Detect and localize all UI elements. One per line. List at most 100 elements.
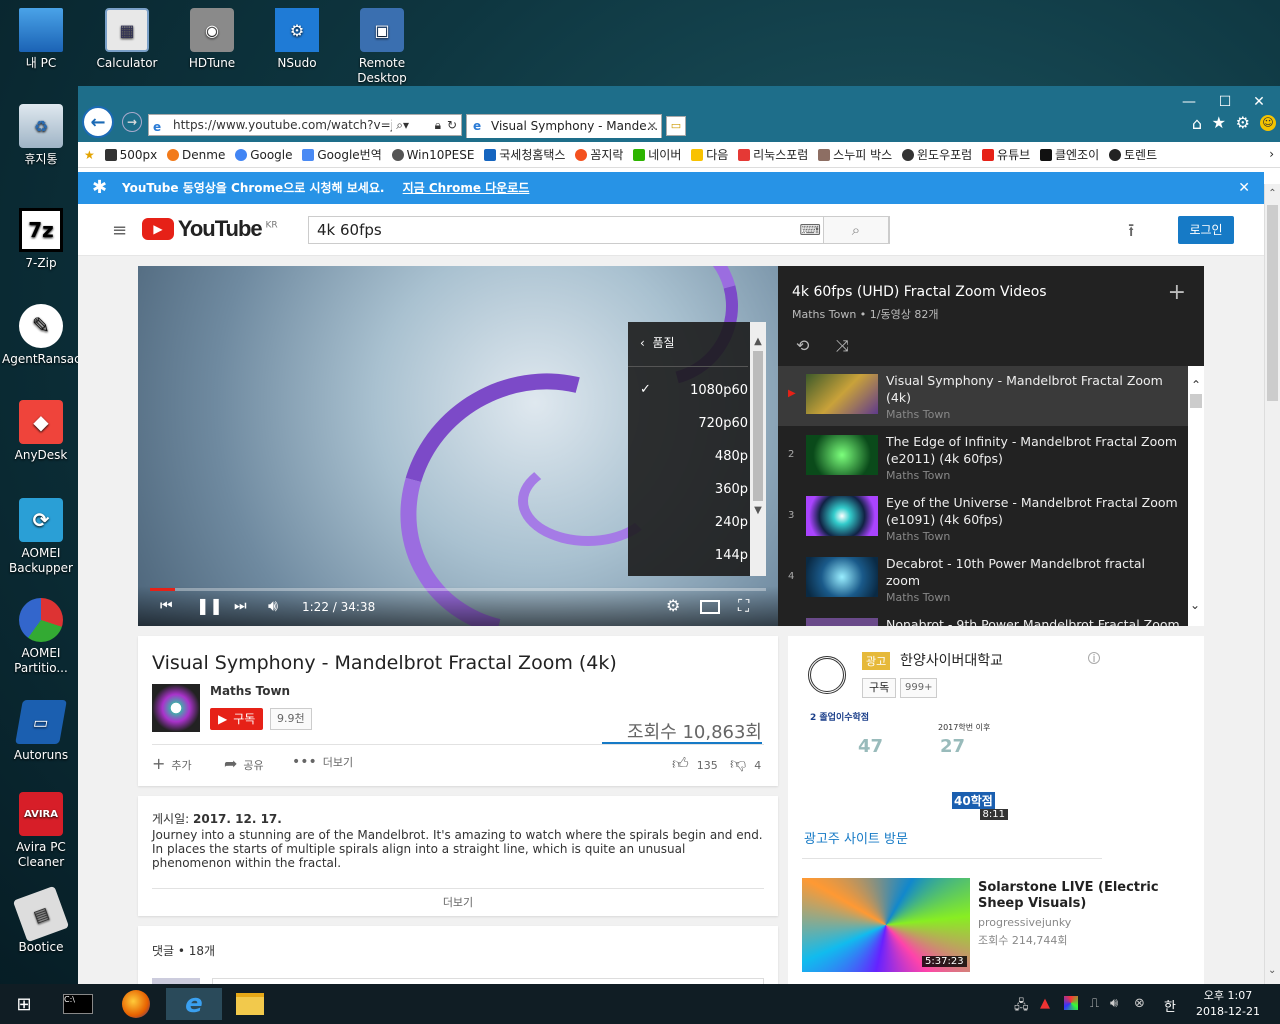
scroll-thumb[interactable] bbox=[1267, 205, 1278, 401]
search-input[interactable]: 4k 60fps bbox=[317, 221, 382, 239]
scroll-up-icon[interactable]: ⌃ bbox=[1188, 378, 1204, 392]
settings-hd-icon[interactable]: ⚙ bbox=[666, 596, 680, 615]
quality-option[interactable]: 360p bbox=[715, 482, 748, 497]
fav-item[interactable]: 국세청홈택스 bbox=[484, 142, 565, 168]
keyboard-icon[interactable]: ⌨ bbox=[799, 217, 821, 243]
playlist-title[interactable]: 4k 60fps (UHD) Fractal Zoom Videos bbox=[792, 284, 1047, 300]
scroll-thumb[interactable] bbox=[753, 351, 763, 501]
login-button[interactable]: 로그인 bbox=[1178, 216, 1234, 244]
back-arrow-icon[interactable]: ← bbox=[82, 106, 114, 138]
info-icon[interactable]: i bbox=[1088, 652, 1100, 664]
ad-subscribe-button[interactable]: 구독 bbox=[862, 678, 897, 698]
ime-indicator[interactable]: 한 bbox=[1164, 996, 1176, 1015]
quality-back-button[interactable]: ‹ 품질 bbox=[640, 334, 675, 351]
desktop-icon-anydesk[interactable]: ◆ AnyDesk bbox=[2, 400, 80, 463]
desktop-icon-avira[interactable]: AVIRA Avira PC Cleaner bbox=[2, 792, 80, 870]
fav-item[interactable]: 네이버 bbox=[633, 142, 681, 168]
next-icon[interactable]: ⏭ bbox=[234, 598, 247, 614]
volume-icon[interactable]: 🔊︎ bbox=[268, 596, 278, 616]
scroll-down-icon[interactable]: ⌄ bbox=[1190, 598, 1200, 612]
quality-scrollbar[interactable]: ▲ ▼ bbox=[750, 322, 766, 576]
show-more-button[interactable]: 더보기 bbox=[138, 894, 778, 910]
scroll-up-icon[interactable]: ▲ bbox=[750, 336, 766, 347]
desktop-icon-my-pc[interactable]: 내 PC bbox=[2, 8, 80, 71]
playlist-item[interactable]: 4 Decabrot - 10th Power Mandelbrot fract… bbox=[778, 549, 1188, 609]
fav-item[interactable]: Google번역 bbox=[302, 142, 382, 168]
favorites-add-icon[interactable]: ★ bbox=[84, 142, 95, 168]
desktop-icon-hdtune[interactable]: ◉ HDTune bbox=[173, 8, 251, 71]
add-to-button[interactable]: + 추가 bbox=[152, 754, 192, 773]
quality-option[interactable]: 720p60 bbox=[698, 410, 761, 431]
quality-option[interactable]: 480p bbox=[715, 449, 748, 464]
tray-icon[interactable] bbox=[1064, 996, 1078, 1010]
volume-tray-icon[interactable]: 🔊︎ bbox=[1110, 996, 1118, 1011]
search-box[interactable]: 4k 60fps ⌨ ⌕ bbox=[308, 216, 890, 244]
fav-item[interactable]: 윈도우포럼 bbox=[902, 142, 972, 168]
scroll-up-icon[interactable]: ⌃ bbox=[1265, 188, 1280, 199]
file-explorer-icon[interactable] bbox=[226, 988, 274, 1020]
quality-option[interactable]: 1080p60 bbox=[690, 377, 762, 398]
tab-youtube[interactable]: e Visual Symphony - Mande... ✕ bbox=[466, 114, 662, 138]
settings-gear-icon[interactable]: ⚙ bbox=[1236, 113, 1250, 132]
tray-icon[interactable]: ▲ bbox=[1040, 996, 1050, 1011]
notification-off-icon[interactable]: ⊗ bbox=[1134, 996, 1145, 1011]
fav-item[interactable]: 클엔조이 bbox=[1040, 142, 1099, 168]
subscribe-button[interactable]: ▶ 구독 bbox=[210, 708, 264, 730]
loop-icon[interactable]: ⟲ bbox=[796, 336, 809, 355]
ad-channel-name[interactable]: 한양사이버대학교 bbox=[900, 650, 1003, 670]
playlist-scrollbar[interactable]: ⌃ ⌄ bbox=[1188, 366, 1204, 626]
fav-item[interactable]: 스누피 박스 bbox=[818, 142, 892, 168]
usb-icon[interactable]: ⎍ bbox=[1090, 996, 1099, 1011]
playlist-item[interactable]: ▶ Visual Symphony - Mandelbrot Fractal Z… bbox=[778, 366, 1188, 426]
close-notice-icon[interactable]: ✕ bbox=[1238, 172, 1250, 204]
address-bar[interactable]: e https://www.youtube.com/watch?v=jiIm ⌕… bbox=[148, 114, 462, 136]
upload-icon[interactable]: ⭱ bbox=[1128, 218, 1134, 248]
maximize-button[interactable]: ☐ bbox=[1210, 92, 1240, 112]
fav-item[interactable]: 다음 bbox=[691, 142, 728, 168]
ad-channel-logo[interactable] bbox=[808, 656, 846, 694]
network-icon[interactable]: 🖧 bbox=[1014, 996, 1029, 1018]
search-icon[interactable]: ⌕▾ bbox=[392, 115, 413, 135]
desktop-icon-nsudo[interactable]: ⚙ NSudo bbox=[258, 8, 336, 71]
quality-option[interactable]: 240p bbox=[715, 515, 748, 530]
quality-option[interactable]: 144p bbox=[715, 548, 748, 563]
fav-item[interactable]: Google bbox=[235, 142, 293, 168]
fav-item[interactable]: 리눅스포럼 bbox=[738, 142, 808, 168]
search-button[interactable]: ⌕ bbox=[823, 216, 889, 244]
more-button[interactable]: ••• 더보기 bbox=[292, 754, 353, 770]
ad-visit-link[interactable]: 광고주 사이트 방문 bbox=[804, 828, 908, 847]
like-button[interactable]: 👍︎ 135 bbox=[672, 754, 718, 774]
fav-item[interactable]: 500px bbox=[104, 142, 157, 168]
minimize-button[interactable]: — bbox=[1174, 92, 1204, 112]
channel-avatar[interactable] bbox=[152, 684, 200, 732]
firefox-icon[interactable] bbox=[112, 988, 160, 1020]
favorites-star-icon[interactable]: ★ bbox=[1212, 113, 1226, 132]
share-button[interactable]: ➦ 공유 bbox=[224, 754, 264, 773]
ad-banner[interactable]: 2 졸업이수학점 47 27 2017학번 이후 40학점 8:11 bbox=[808, 708, 1008, 820]
desktop-icon-bootice[interactable]: ▤ Bootice bbox=[2, 885, 80, 955]
scroll-down-icon[interactable]: ▼ bbox=[750, 505, 766, 516]
playlist-item[interactable]: 2 The Edge of Infinity - Mandelbrot Frac… bbox=[778, 427, 1188, 487]
fullscreen-icon[interactable]: ⛶ bbox=[738, 596, 749, 616]
fav-item[interactable]: 꼼지락 bbox=[575, 142, 623, 168]
scroll-down-icon[interactable]: ⌄ bbox=[1268, 965, 1276, 976]
desktop-icon-recycle-bin[interactable]: ♻ 휴지통 bbox=[2, 104, 80, 167]
theater-mode-icon[interactable] bbox=[700, 600, 720, 614]
playlist-item[interactable]: 3 Eye of the Universe - Mandelbrot Fract… bbox=[778, 488, 1188, 548]
fav-item[interactable]: Win10PESE bbox=[391, 142, 474, 168]
desktop-icon-autoruns[interactable]: ▭ Autoruns bbox=[2, 700, 80, 763]
desktop-icon-calculator[interactable]: ▦ Calculator bbox=[88, 8, 166, 71]
new-tab-button[interactable]: ▭ bbox=[666, 116, 686, 136]
related-video[interactable]: 5:37:23 Solarstone LIVE (Electric Sheep … bbox=[802, 878, 1198, 972]
chevron-right-icon[interactable]: › bbox=[1269, 147, 1274, 161]
close-window-button[interactable]: ✕ bbox=[1244, 92, 1274, 112]
menu-icon[interactable]: ≡ bbox=[112, 220, 127, 241]
desktop-icon-aomei-partition[interactable]: AOMEI Partitio... bbox=[2, 598, 80, 676]
internet-explorer-icon[interactable]: e bbox=[166, 988, 222, 1020]
fav-item[interactable]: Denme bbox=[167, 142, 225, 168]
channel-name[interactable]: Maths Town bbox=[210, 684, 290, 698]
desktop-icon-aomei-backupper[interactable]: ⟳ AOMEI Backupper bbox=[2, 498, 80, 576]
fav-item[interactable]: 토렌트 bbox=[1109, 142, 1157, 168]
clock[interactable]: 오후 1:07 2018-12-21 bbox=[1192, 988, 1264, 1020]
previous-icon[interactable]: ⏮ bbox=[160, 598, 173, 614]
